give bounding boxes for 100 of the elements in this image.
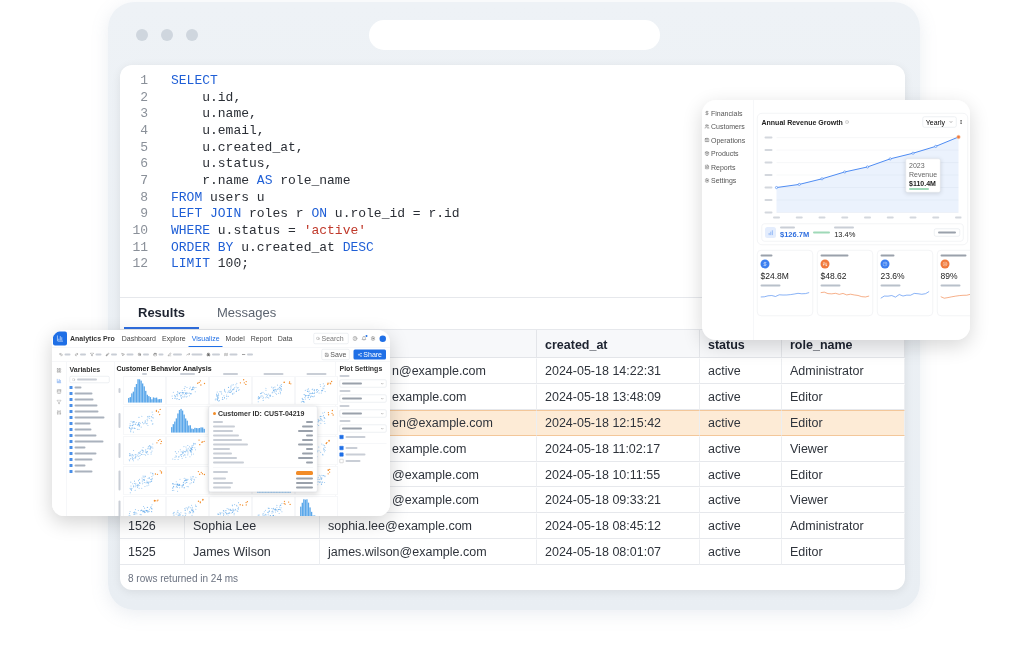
illegible-text	[126, 353, 134, 356]
table-cell: 2024-05-18 13:48:09	[537, 383, 700, 410]
table-cell: Editor	[782, 383, 905, 410]
illegible-text	[940, 284, 961, 287]
illegible-text	[302, 425, 313, 428]
illegible-text	[296, 486, 313, 489]
data-point	[866, 165, 869, 169]
illegible-text	[306, 461, 313, 464]
data-point	[956, 134, 961, 140]
data-point	[934, 144, 938, 148]
data-point	[911, 151, 915, 155]
illegible-text	[864, 216, 871, 219]
illegible-text	[345, 453, 366, 456]
scatter-plot-drawing	[295, 376, 338, 405]
table-cell: Viewer	[782, 435, 905, 462]
illegible-text	[118, 500, 121, 516]
code-line: u.status,	[201, 156, 273, 172]
illegible-text	[795, 216, 803, 219]
window-dot	[161, 29, 173, 41]
code-line: WHERE u.status = 'active'	[171, 223, 367, 239]
table-cell: active	[700, 539, 782, 566]
kpi-value: 89%	[940, 271, 959, 282]
table-cell: sophia.lee@example.com	[320, 513, 537, 540]
illegible-text	[880, 254, 895, 257]
line-number: 5	[139, 139, 148, 155]
kpi-value: 23.6%	[880, 271, 906, 282]
illegible-text	[74, 410, 99, 413]
code-line: SELECT	[171, 72, 218, 88]
code-line: LEFT JOIN roles r ON u.role_id = r.id	[171, 206, 460, 222]
illegible-text	[74, 422, 91, 425]
chart-icon	[765, 227, 776, 238]
table-cell: 2024-05-18 08:45:12	[537, 513, 700, 540]
illegible-text	[955, 216, 962, 219]
illegible-text	[74, 434, 97, 437]
table-cell: 2024-05-18 14:22:31	[537, 358, 700, 384]
illegible-text	[74, 440, 104, 443]
illegible-text	[74, 470, 93, 473]
illegible-text	[834, 226, 855, 229]
table-cell: Administrator	[782, 513, 905, 540]
table-cell: 2024-05-18 08:01:07	[537, 539, 700, 566]
illegible-text	[95, 353, 102, 356]
avatar[interactable]	[379, 335, 386, 342]
checkbox[interactable]	[339, 452, 344, 457]
table-cell: Viewer	[782, 487, 905, 514]
table-cell: 2024-05-18 10:11:55	[537, 461, 700, 488]
illegible-text	[213, 434, 239, 437]
illegible-text	[74, 386, 82, 389]
line-number: 9	[139, 206, 148, 222]
table-cell: active	[700, 513, 782, 540]
table-cell: Administrator	[782, 358, 905, 384]
table-cell: 2024-05-18 11:02:17	[537, 435, 700, 462]
illegible-text	[213, 452, 232, 455]
illegible-text	[813, 231, 831, 234]
illegible-text	[760, 284, 781, 287]
illegible-text	[940, 254, 967, 257]
variable-marker	[69, 446, 73, 449]
data-point	[797, 183, 801, 186]
illegible-text	[296, 477, 313, 480]
illegible-text	[764, 136, 773, 139]
variable-marker	[69, 422, 73, 425]
checkbox[interactable]	[339, 435, 344, 439]
line-number: 10	[131, 223, 148, 239]
code-line: u.email,	[201, 122, 265, 138]
code-line: u.name,	[201, 106, 257, 122]
variable-marker	[69, 458, 73, 461]
data-point	[775, 186, 778, 189]
illegible-text	[932, 216, 940, 219]
line-number: 12	[131, 256, 148, 272]
checkbox[interactable]	[339, 446, 344, 450]
data-point	[888, 157, 892, 161]
histogram-drawing	[123, 376, 166, 405]
illegible-text	[74, 404, 98, 407]
table-cell: james.wilson@example.com	[320, 539, 537, 566]
illegible-text	[820, 284, 841, 287]
illegible-text	[191, 353, 203, 356]
code-line: r.name AS role_name	[201, 172, 351, 188]
illegible-text	[818, 216, 826, 219]
segment-tag	[296, 471, 313, 475]
line-number: 7	[139, 172, 148, 188]
illegible-text	[306, 434, 313, 437]
illegible-text	[74, 464, 86, 467]
illegible-text	[74, 416, 105, 419]
illegible-text	[213, 443, 248, 446]
variable-marker	[69, 464, 73, 467]
illegible-text	[841, 216, 849, 219]
variable-marker	[69, 470, 73, 473]
illegible-text	[74, 452, 97, 455]
table-cell: Editor	[782, 409, 905, 436]
point-marker	[213, 412, 216, 415]
table-cell: active	[700, 487, 782, 514]
table-cell: active	[700, 409, 782, 436]
line-number: 1	[139, 72, 148, 88]
window-dot	[136, 29, 148, 41]
scatter-plot-drawing	[209, 376, 252, 405]
result-tab[interactable]: Messages	[202, 298, 291, 329]
table-cell: active	[700, 461, 782, 488]
illegible-text	[74, 398, 94, 401]
variable-marker	[69, 386, 73, 389]
variable-marker	[69, 410, 73, 413]
table-cell: 2024-05-18 12:15:42	[537, 409, 700, 436]
